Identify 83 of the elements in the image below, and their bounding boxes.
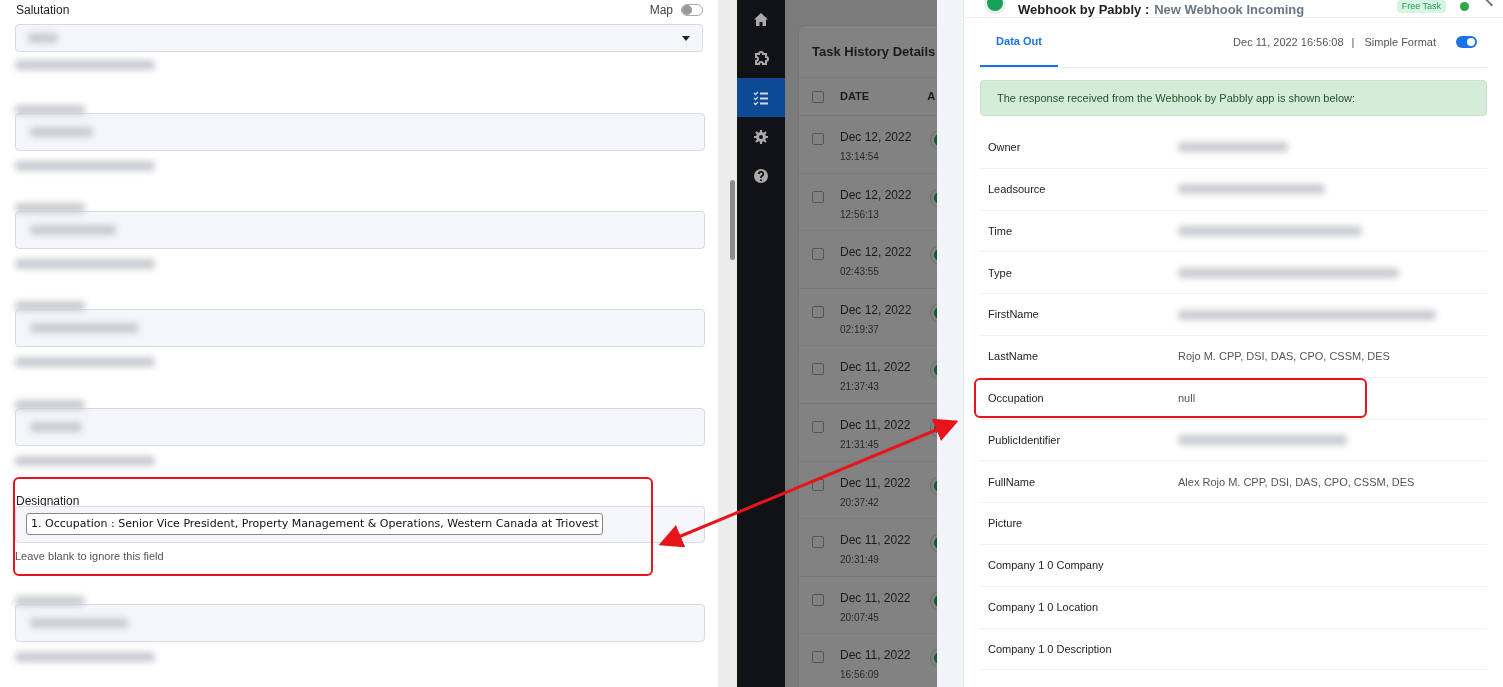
task-date: Dec 11, 2022 [840, 474, 912, 492]
sidebar-item[interactable] [737, 78, 785, 117]
task-time: 20:07:45 [840, 610, 880, 625]
redacted-text [28, 33, 58, 43]
field-key: Company 1 0 Description [988, 640, 1178, 658]
task-time: 13:14:54 [840, 150, 880, 164]
format-toggle[interactable] [1456, 36, 1477, 48]
field-value: Alex Rojo M. CPP, DSI, DAS, CPO, CSSM, DES [1178, 474, 1415, 490]
task-date: Dec 12, 2022 [840, 129, 913, 146]
task-time: 21:37:43 [840, 380, 880, 395]
checkbox[interactable] [812, 90, 824, 103]
success-icon [1460, 2, 1469, 11]
task-date: Dec 12, 2022 [840, 301, 913, 319]
task-date: Dec 11, 2022 [840, 532, 912, 550]
checkbox[interactable] [812, 133, 824, 145]
field-key: Leadsource [988, 180, 1178, 198]
column-header: A [927, 89, 936, 105]
task-time: 20:31:49 [840, 553, 880, 568]
redacted-text [30, 127, 93, 138]
field-key: Owner [988, 139, 1178, 156]
tab[interactable]: Data Out [980, 17, 1058, 67]
task-time: 02:19:37 [840, 322, 880, 337]
field-key: Company 1 0 Company [988, 557, 1178, 574]
trigger-name: New Webhook Incoming [1154, 2, 1305, 17]
separator: | [1351, 34, 1355, 50]
field-hint: Leave blank to ignore this field [15, 548, 165, 564]
field-key: FullName [988, 473, 1178, 490]
map-label: Map [649, 2, 673, 19]
field-key: Time [988, 222, 1178, 240]
task-date: Dec 12, 2022 [840, 244, 913, 262]
help-icon [753, 167, 769, 184]
select-field[interactable] [15, 24, 703, 52]
field-tag[interactable]: 1. Occupation : Senior Vice President, Property Management & Operations, Western Canada at Triovest [26, 512, 604, 536]
field-key: FirstName [988, 306, 1178, 323]
field-key: Occupation [988, 389, 1178, 407]
task-time: 12:56:13 [840, 207, 880, 222]
home-icon [753, 11, 769, 28]
field-key: Company 1 0 Location [988, 598, 1178, 616]
checkbox[interactable] [812, 190, 824, 203]
column-header: DATE [840, 89, 870, 105]
checkbox[interactable] [812, 536, 824, 549]
puzzle-icon [753, 50, 769, 67]
task-date: Dec 11, 2022 [840, 416, 912, 434]
caret-icon [682, 35, 690, 41]
task-time: 16:56:09 [840, 668, 880, 683]
checkbox[interactable] [812, 593, 824, 606]
checklist-icon [753, 89, 769, 106]
checkbox[interactable] [812, 363, 824, 376]
map-toggle[interactable] [681, 4, 703, 16]
checkbox[interactable] [812, 420, 824, 433]
checkbox[interactable] [812, 651, 824, 664]
field-key: Type [988, 264, 1178, 282]
settings-icon [753, 128, 769, 145]
app-name: Webhook by Pabbly : [1018, 2, 1150, 17]
input-field[interactable] [15, 113, 705, 152]
info-banner: The response received from the Webhook by Pabbly app is shown below: [980, 80, 1487, 116]
input-field[interactable] [15, 407, 705, 446]
input-field[interactable] [15, 211, 705, 250]
format-label: Simple Format [1364, 34, 1436, 50]
task-time: 21:31:45 [840, 437, 880, 452]
field-label: Salutation [15, 2, 70, 19]
task-badge: Free Task [1396, 0, 1446, 13]
field-key: PublicIdentifier [988, 431, 1178, 449]
task-date: Dec 12, 2022 [840, 186, 913, 204]
input-field[interactable] [15, 309, 705, 348]
field-key: LastName [988, 348, 1178, 365]
task-date: Dec 11, 2022 [840, 647, 912, 665]
field-value: Rojo M. CPP, DSI, DAS, CPO, CSSM, DES [1178, 349, 1390, 365]
task-date: Dec 11, 2022 [840, 589, 912, 607]
checkbox[interactable] [812, 305, 824, 318]
field-value: null [1178, 390, 1196, 406]
task-date: Dec 11, 2022 [840, 359, 912, 377]
redacted-text [30, 421, 82, 432]
task-time: 02:43:55 [840, 265, 880, 280]
panel-title: Task History Details [812, 42, 936, 61]
field-label: Designation [15, 492, 80, 510]
scrollbar-thumb[interactable] [730, 180, 735, 260]
checkbox[interactable] [812, 478, 824, 491]
task-time: 20:37:42 [840, 495, 880, 510]
checkbox[interactable] [812, 248, 824, 261]
timestamp: Dec 11, 2022 16:56:08 [1233, 34, 1344, 50]
field-key: Picture [988, 515, 1178, 532]
input-field[interactable] [15, 603, 705, 642]
